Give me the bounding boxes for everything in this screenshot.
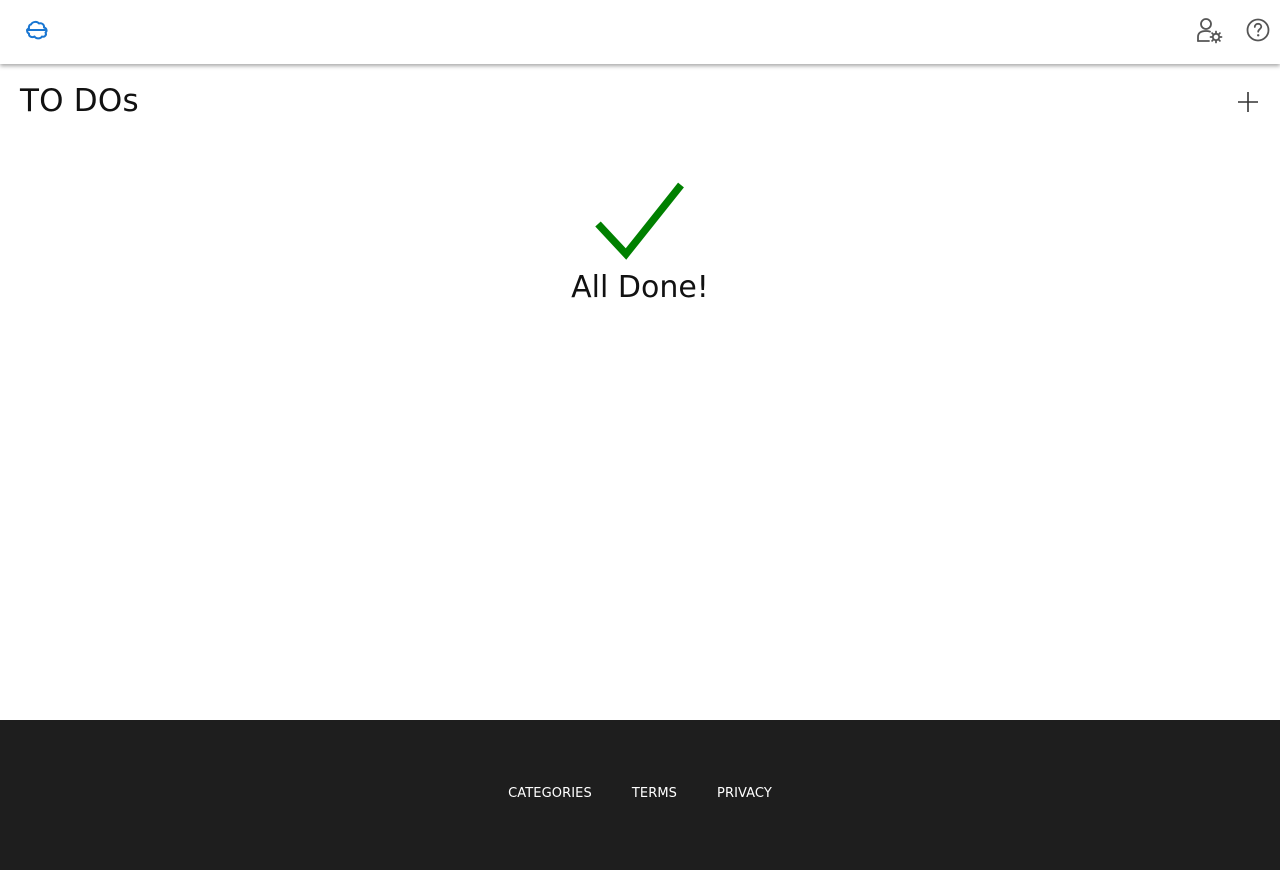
footer-link-categories[interactable]: CATEGORIES <box>508 784 592 804</box>
add-todo-button[interactable] <box>1230 84 1266 120</box>
footer-link-privacy[interactable]: PRIVACY <box>717 784 772 804</box>
app-root: TO DOs All Done! CATEGORIES TERMS PRIVAC… <box>0 0 1280 870</box>
user-settings-button[interactable] <box>1193 14 1225 46</box>
page-title: TO DOs <box>20 83 139 119</box>
empty-state-message: All Done! <box>571 270 709 305</box>
top-bar <box>0 0 1280 64</box>
empty-state: All Done! <box>0 182 1280 308</box>
user-gear-icon <box>1197 18 1223 44</box>
footer-nav: CATEGORIES TERMS PRIVACY <box>0 784 1280 804</box>
checkmark-icon <box>595 182 684 260</box>
footer-link-terms[interactable]: TERMS <box>632 784 677 804</box>
help-button[interactable] <box>1242 14 1274 46</box>
footer: CATEGORIES TERMS PRIVACY <box>0 720 1280 870</box>
question-circle-icon <box>1246 18 1270 42</box>
cloud-logo-icon[interactable] <box>22 16 50 44</box>
plus-icon <box>1238 92 1258 112</box>
